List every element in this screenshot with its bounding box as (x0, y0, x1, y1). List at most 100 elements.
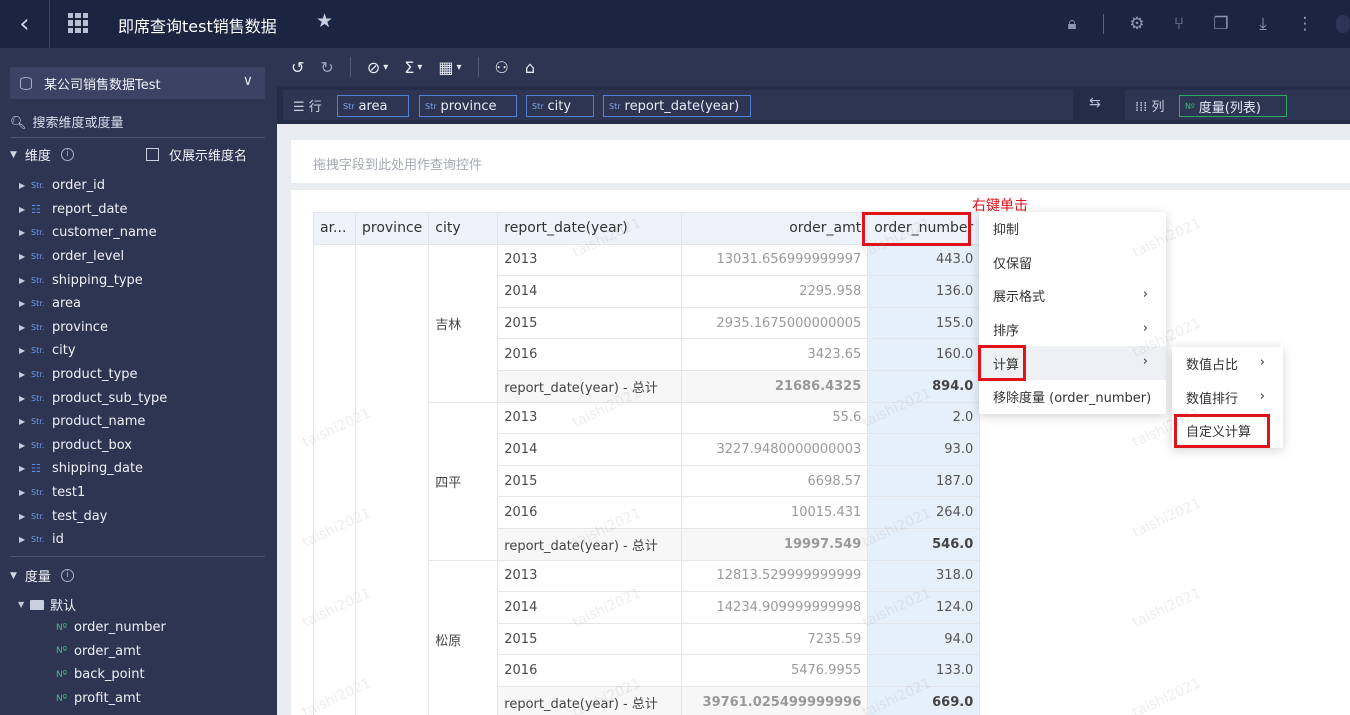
order-amt-cell[interactable]: 12813.529999999999 (681, 559, 869, 593)
context-menu-item[interactable]: 展示格式 › (979, 279, 1166, 313)
download-icon[interactable]: ⤓ (1252, 14, 1274, 34)
context-menu-item[interactable]: 抑制 (979, 212, 1166, 246)
expand-icon[interactable]: ▶ (19, 205, 31, 214)
expand-icon[interactable]: ▶ (19, 370, 31, 379)
home-icon[interactable]: ⌂ (525, 58, 535, 77)
order-amt-cell[interactable]: 14234.909999999998 (681, 591, 869, 624)
order-number-cell[interactable]: 133.0 (867, 654, 981, 687)
order-number-cell[interactable]: 546.0 (867, 527, 981, 561)
order-amt-cell[interactable]: 2295.958 (681, 275, 869, 308)
order-amt-cell[interactable]: 19997.549 (681, 527, 869, 561)
order-number-cell[interactable]: 136.0 (867, 275, 981, 308)
year-cell[interactable]: report_date(year) - 总计 (497, 685, 683, 715)
expand-icon[interactable]: ▶ (19, 441, 31, 450)
expand-icon[interactable]: ▶ (19, 323, 31, 332)
dimension-item[interactable]: ▶ Str. product_name (0, 410, 277, 434)
only-dim-checkbox[interactable] (145, 148, 159, 161)
query-control-dropzone[interactable]: 拖拽字段到此处用作查询控件 (291, 140, 1350, 183)
filter-icon[interactable]: ⊘ (367, 58, 380, 77)
order-amt-cell[interactable]: 21686.4325 (681, 369, 869, 403)
expand-icon[interactable]: ▶ (19, 535, 31, 544)
dimension-item[interactable]: ▶ Str. product_sub_type (0, 386, 277, 410)
submenu-menu-item[interactable]: 数值占比 › (1172, 347, 1283, 381)
dimension-item[interactable]: ▶ Str. order_id (0, 174, 277, 198)
order-amt-cell[interactable]: 3423.65 (681, 338, 869, 371)
expand-icon[interactable]: ▶ (19, 276, 31, 285)
dimension-item[interactable]: ▶ Str. id (0, 528, 277, 552)
dimension-item[interactable]: ▶ Str. test1 (0, 481, 277, 505)
context-menu-item[interactable]: 计算 › (979, 346, 1166, 380)
context-menu-item[interactable]: 仅保留 (979, 246, 1166, 280)
measure-item[interactable]: Nº order_amt (56, 640, 166, 664)
measure-item[interactable]: Nº order_number (56, 616, 166, 640)
copy-icon[interactable]: ❐ (1210, 14, 1232, 34)
expand-icon[interactable]: ▶ (19, 464, 31, 473)
sum-icon[interactable]: Σ (404, 58, 414, 77)
year-cell[interactable]: 2015 (497, 622, 683, 656)
year-cell[interactable]: 2013 (497, 243, 683, 277)
dimension-item[interactable]: ▶ Str. area (0, 292, 277, 316)
share-icon[interactable]: ⑂ (1168, 14, 1190, 34)
undo-icon[interactable]: ↺ (291, 58, 304, 77)
submenu-menu-item[interactable]: 自定义计算 (1172, 414, 1283, 448)
order-amt-cell[interactable]: 10015.431 (681, 496, 869, 529)
order-number-cell[interactable]: 2.0 (867, 401, 981, 435)
dimension-item[interactable]: ▶ Str. province (0, 316, 277, 340)
row-chip-city[interactable]: Str city (526, 95, 594, 117)
header-order-amt[interactable]: order_amt (681, 212, 869, 245)
dimension-item[interactable]: ▶ ☷ report_date (0, 198, 277, 222)
order-amt-cell[interactable]: 5476.9955 (681, 654, 869, 687)
measure-item[interactable]: Nº back_point (56, 663, 166, 687)
city-cell[interactable]: 吉林 (428, 243, 499, 403)
year-cell[interactable]: 2015 (497, 306, 683, 340)
header-area[interactable]: ar... (313, 212, 356, 245)
back-icon[interactable]: ‹ (0, 0, 50, 48)
row-chip-area[interactable]: Str area (337, 95, 409, 117)
year-cell[interactable]: 2016 (497, 338, 683, 371)
expand-icon[interactable]: ▶ (19, 228, 31, 237)
header-city[interactable]: city (428, 212, 499, 245)
column-chip-measures[interactable]: Nº 度量(列表) (1179, 95, 1287, 117)
year-cell[interactable]: report_date(year) - 总计 (497, 527, 683, 561)
order-number-cell[interactable]: 669.0 (867, 685, 981, 715)
order-number-cell[interactable]: 264.0 (867, 496, 981, 529)
dimension-item[interactable]: ▶ Str. product_type (0, 363, 277, 387)
expand-icon[interactable]: ▶ (19, 181, 31, 190)
expand-icon[interactable]: ▶ (19, 488, 31, 497)
year-cell[interactable]: 2013 (497, 401, 683, 435)
year-cell[interactable]: 2015 (497, 464, 683, 498)
dimension-item[interactable]: ▶ Str. test_day (0, 504, 277, 528)
order-number-cell[interactable]: 894.0 (867, 369, 981, 403)
header-province[interactable]: province (354, 212, 430, 245)
year-cell[interactable]: 2014 (497, 275, 683, 308)
order-number-cell[interactable]: 94.0 (867, 622, 981, 656)
order-number-cell[interactable]: 318.0 (867, 559, 981, 593)
order-number-cell[interactable]: 443.0 (867, 243, 981, 277)
measure-header[interactable]: ▼ 度量 i (10, 566, 74, 585)
expand-icon[interactable]: ▶ (19, 346, 31, 355)
column-shelf[interactable]: ⁞⁞⁞ 列 Nº 度量(列表) (1125, 90, 1350, 120)
context-menu-item[interactable]: 排序 › (979, 313, 1166, 347)
year-cell[interactable]: report_date(year) - 总计 (497, 369, 683, 403)
submenu-menu-item[interactable]: 数值排行 › (1172, 381, 1283, 415)
header-report-date[interactable]: report_date(year) (497, 212, 683, 245)
measure-folder[interactable]: ▼ 默认 (18, 595, 76, 614)
datasource-select[interactable]: 某公司销售数据Test ∨ (10, 67, 265, 99)
header-order-number[interactable]: order_number (867, 212, 981, 245)
order-number-cell[interactable]: 93.0 (867, 433, 981, 466)
expand-icon[interactable]: ▶ (19, 512, 31, 521)
lock-icon[interactable]: 🔒︎ (1061, 14, 1083, 34)
dimension-item[interactable]: ▶ Str. order_level (0, 245, 277, 269)
order-amt-cell[interactable]: 13031.656999999997 (681, 243, 869, 277)
order-amt-cell[interactable]: 3227.9480000000003 (681, 433, 869, 466)
row-chip-report-date[interactable]: Str report_date(year) (603, 95, 751, 117)
dimension-item[interactable]: ▶ Str. product_box (0, 434, 277, 458)
search-input[interactable] (32, 116, 253, 131)
order-number-cell[interactable]: 124.0 (867, 591, 981, 624)
order-number-cell[interactable]: 160.0 (867, 338, 981, 371)
row-shelf[interactable]: ☰ 行 Str area Str province Str city Str repor… (283, 90, 1073, 120)
dimension-item[interactable]: ▶ Str. shipping_type (0, 268, 277, 292)
redo-icon[interactable]: ↻ (320, 58, 333, 77)
dropdown-icon[interactable]: ▾ (457, 62, 462, 73)
gear-icon[interactable]: ⚙ (1126, 14, 1148, 34)
